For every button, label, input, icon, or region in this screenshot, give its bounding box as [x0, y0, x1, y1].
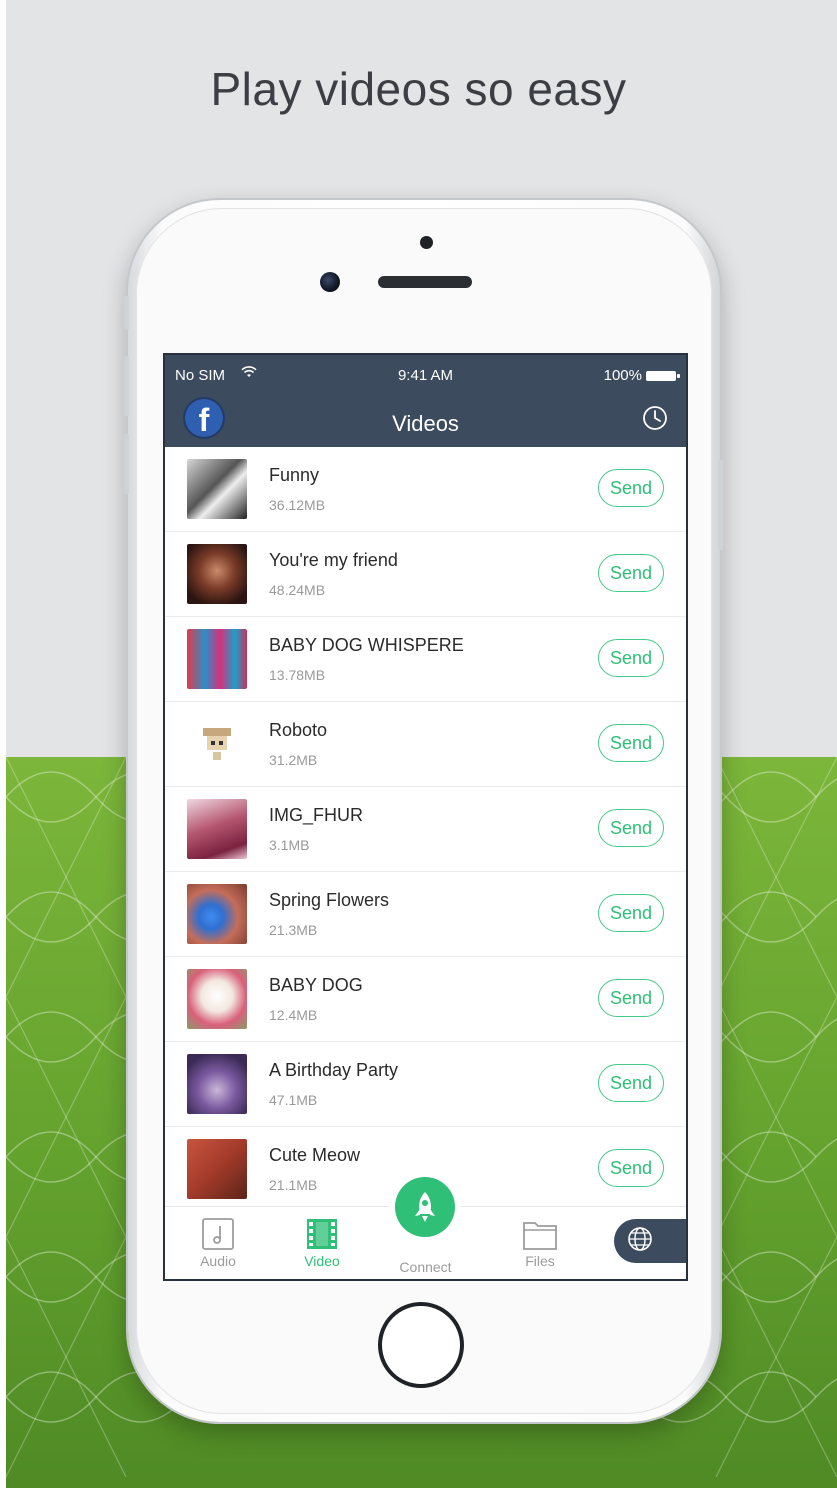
video-thumbnail	[187, 714, 247, 774]
list-item[interactable]: You're my friend 48.24MB Send	[165, 532, 686, 617]
video-size: 13.78MB	[269, 667, 326, 683]
video-name: Spring Flowers	[269, 890, 390, 910]
send-button[interactable]: Send	[598, 1149, 664, 1187]
phone-volume-up	[124, 356, 129, 416]
video-thumbnail	[187, 884, 247, 944]
video-size: 3.1MB	[269, 837, 310, 853]
battery-icon	[646, 370, 680, 381]
send-button[interactable]: Send	[598, 469, 664, 507]
tab-audio[interactable]: Audio	[183, 1217, 253, 1269]
video-thumbnail	[187, 799, 247, 859]
tab-label: Files	[525, 1253, 555, 1269]
proximity-sensor	[420, 236, 433, 249]
video-size: 21.3MB	[269, 922, 318, 938]
video-name: Cute Meow	[269, 1145, 361, 1165]
send-button[interactable]: Send	[598, 894, 664, 932]
history-clock-icon[interactable]	[642, 405, 668, 431]
bottom-tab-bar: Audio Video Connect Files	[165, 1171, 686, 1279]
send-button[interactable]: Send	[598, 809, 664, 847]
music-note-icon	[183, 1217, 253, 1251]
send-button[interactable]: Send	[598, 639, 664, 677]
promo-headline: Play videos so easy	[210, 63, 627, 115]
battery-percent: 100%	[603, 367, 642, 384]
video-thumbnail	[187, 1054, 247, 1114]
globe-icon	[626, 1225, 654, 1258]
video-thumbnail	[187, 969, 247, 1029]
list-item[interactable]: Spring Flowers 21.3MB Send	[165, 872, 686, 957]
list-item[interactable]: BABY DOG WHISPERE 13.78MB Send	[165, 617, 686, 702]
tab-label: Video	[304, 1253, 340, 1269]
list-item[interactable]: A Birthday Party 47.1MB Send	[165, 1042, 686, 1127]
battery-indicator: 100%	[603, 367, 680, 384]
page-title: Videos	[392, 411, 459, 436]
tab-files[interactable]: Files	[505, 1217, 575, 1269]
video-name: Roboto	[269, 720, 328, 740]
video-size: 48.24MB	[269, 582, 326, 598]
status-time: 9:41 AM	[397, 367, 454, 384]
video-size: 47.1MB	[269, 1092, 318, 1108]
video-size: 21.1MB	[269, 1177, 318, 1193]
list-item[interactable]: BABY DOG 12.4MB Send	[165, 957, 686, 1042]
video-size: 31.2MB	[269, 752, 318, 768]
film-icon	[287, 1217, 357, 1251]
list-item[interactable]: Roboto 31.2MB Send	[165, 702, 686, 787]
video-size: 36.12MB	[269, 497, 326, 513]
phone-mute-switch	[124, 296, 129, 330]
phone-power-button	[718, 460, 723, 550]
globe-button[interactable]	[614, 1219, 686, 1263]
connect-button[interactable]	[389, 1171, 461, 1243]
video-thumbnail	[187, 629, 247, 689]
app-header: No SIM 9:41 AM 100% f Videos	[165, 355, 686, 447]
folder-icon	[505, 1217, 575, 1251]
tab-label: Audio	[200, 1253, 236, 1269]
app-screen: No SIM 9:41 AM 100% f Videos Funny 36.12…	[163, 353, 688, 1281]
video-name: Funny	[269, 465, 320, 485]
send-button[interactable]: Send	[598, 979, 664, 1017]
phone-volume-down	[124, 434, 129, 494]
rocket-icon	[395, 1177, 455, 1237]
video-name: BABY DOG	[269, 975, 363, 995]
video-thumbnail	[187, 459, 247, 519]
home-button[interactable]	[378, 1302, 464, 1388]
send-button[interactable]: Send	[598, 1064, 664, 1102]
video-name: IMG_FHUR	[269, 805, 363, 825]
video-size: 12.4MB	[269, 1007, 318, 1023]
send-button[interactable]: Send	[598, 724, 664, 762]
video-thumbnail	[187, 1139, 247, 1199]
list-item[interactable]: Funny 36.12MB Send	[165, 447, 686, 532]
tab-video[interactable]: Video	[287, 1217, 357, 1269]
send-button[interactable]: Send	[598, 554, 664, 592]
video-list: Funny 36.12MB Send You're my friend 48.2…	[165, 447, 686, 1212]
video-thumbnail	[187, 544, 247, 604]
earpiece-speaker	[378, 276, 472, 288]
status-bar: No SIM 9:41 AM 100%	[175, 365, 680, 385]
front-camera	[320, 272, 340, 292]
video-name: You're my friend	[269, 550, 398, 570]
video-name: A Birthday Party	[269, 1060, 399, 1080]
list-item[interactable]: IMG_FHUR 3.1MB Send	[165, 787, 686, 872]
video-name: BABY DOG WHISPERE	[269, 635, 464, 655]
